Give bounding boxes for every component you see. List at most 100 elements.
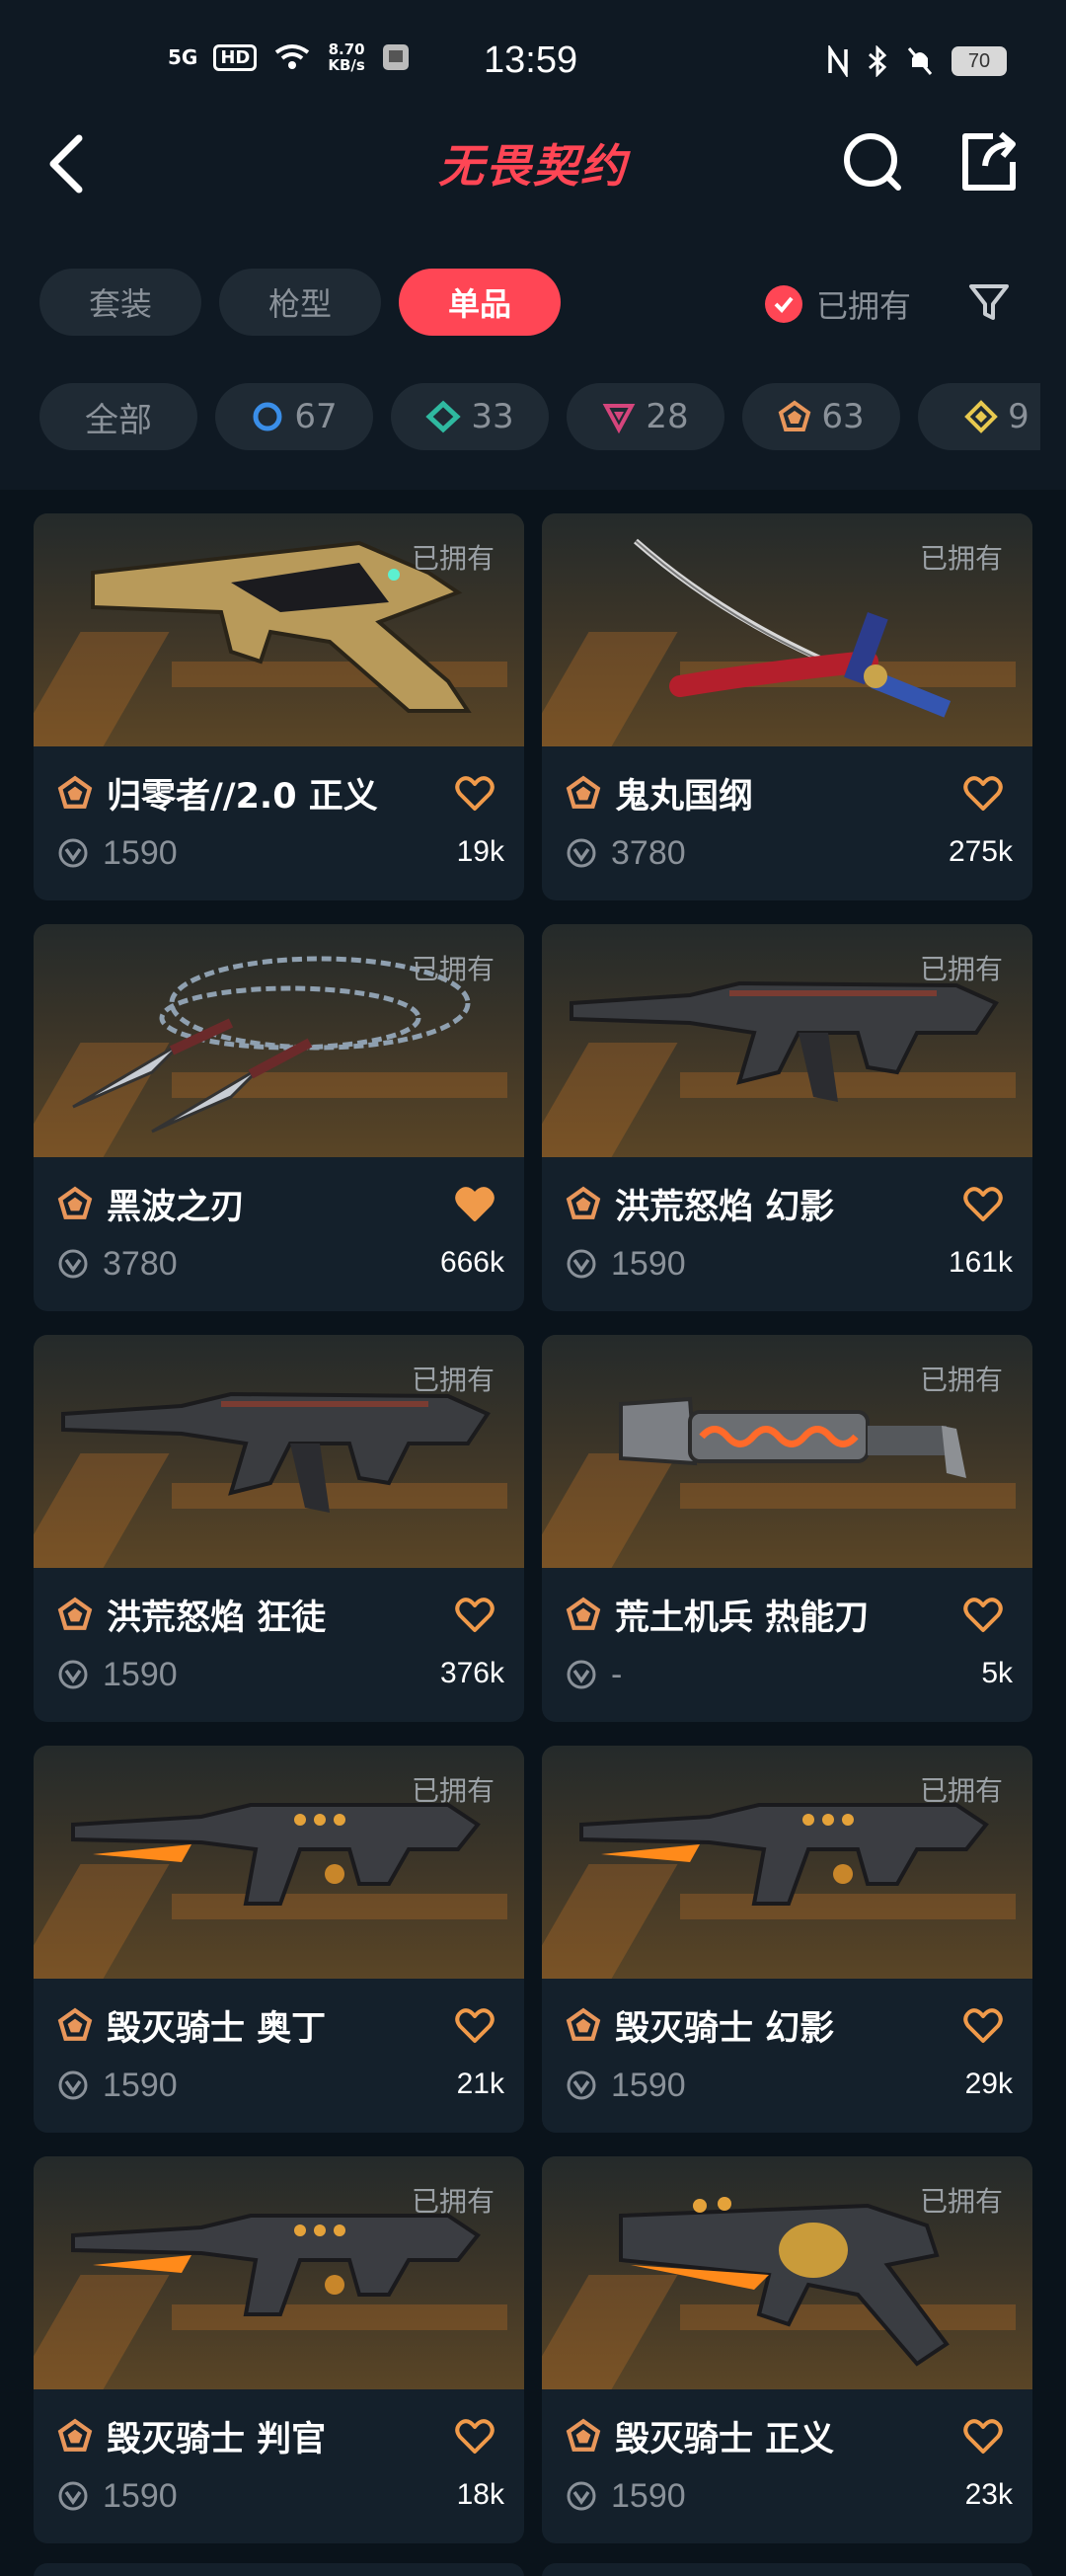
share-icon[interactable] — [957, 126, 1021, 195]
owned-label: 已拥有 — [919, 1364, 1003, 1396]
heart-icon[interactable] — [455, 1187, 495, 1222]
skin-image[interactable]: 已拥有 — [34, 513, 524, 746]
vp-currency-icon — [58, 1249, 88, 1279]
skin-card[interactable]: 已拥有 洪荒怒焰 狂徒 1590 376k — [34, 1335, 524, 1722]
skin-name: 洪荒怒焰 狂徒 — [107, 1598, 327, 1638]
tab-single-items[interactable]: 单品 — [399, 269, 561, 336]
chip-tier-exclusive[interactable]: 63 — [742, 383, 900, 450]
skin-image[interactable]: 已拥有 — [34, 1746, 524, 1979]
status-right: 70 — [827, 45, 1007, 77]
heart-icon[interactable] — [455, 2008, 495, 2044]
owned-label: 已拥有 — [411, 1364, 495, 1396]
name-row: 毁灭骑士 奥丁 — [57, 2000, 500, 2050]
owned-label: 已拥有 — [411, 2185, 495, 2218]
skin-price: 1590 — [611, 2476, 686, 2515]
skin-info: 黑波之刃 3780 666k — [34, 1157, 524, 1286]
owned-filter-label: 已拥有 — [816, 287, 912, 325]
tier-deluxe-icon — [425, 400, 462, 433]
status-left: 5G HD 8.70 KB/s — [168, 41, 411, 73]
tab-weapon-type[interactable]: 枪型 — [219, 269, 381, 336]
chip-all-label: 全部 — [85, 400, 152, 440]
skin-image[interactable]: 已拥有 — [34, 2156, 524, 2389]
skin-card[interactable]: 已拥有 毁灭骑士 正义 1590 23k — [542, 2156, 1032, 2543]
skin-price: 1590 — [611, 2066, 686, 2104]
name-row: 洪荒怒焰 狂徒 — [57, 1590, 500, 1639]
tier-exclusive-icon — [57, 1186, 93, 1219]
skin-info: 鬼丸国纲 3780 275k — [542, 746, 1032, 875]
skin-name: 毁灭骑士 奥丁 — [107, 2008, 327, 2049]
skin-card[interactable]: 已拥有 毁灭骑士 奥丁 1590 21k — [34, 1746, 524, 2133]
tier-premium-icon — [603, 404, 636, 433]
price-row: 1590 — [57, 2064, 500, 2107]
page-title: 无畏契约 — [438, 139, 628, 193]
price-row: 1590 — [57, 831, 500, 875]
chip-tier-ultra[interactable]: 9 — [918, 383, 1040, 450]
chip-all[interactable]: 全部 — [39, 383, 197, 450]
skin-image[interactable]: 已拥有 — [542, 1335, 1032, 1568]
heart-icon[interactable] — [963, 776, 1003, 812]
chip-tier-select[interactable]: 67 — [215, 383, 373, 450]
skin-card[interactable]: 已拥有 毁灭骑士 幻影 1590 29k — [542, 1746, 1032, 2133]
skin-image[interactable]: 已拥有 — [34, 1335, 524, 1568]
tier-exclusive-icon — [57, 2007, 93, 2041]
search-icon[interactable] — [841, 126, 904, 195]
heart-icon[interactable] — [455, 2419, 495, 2455]
skin-name: 归零者//2.0 正义 — [107, 776, 378, 817]
owned-label: 已拥有 — [411, 953, 495, 985]
skin-price: 3780 — [611, 833, 686, 872]
skin-info: 毁灭骑士 奥丁 1590 21k — [34, 1979, 524, 2107]
skin-image[interactable]: 已拥有 — [34, 924, 524, 1157]
skin-card[interactable]: 已拥有 归零者//2.0 正义 1590 19k — [34, 513, 524, 900]
name-row: 毁灭骑士 正义 — [566, 2411, 1009, 2460]
skin-price: - — [611, 1655, 623, 1693]
checkmark-icon[interactable] — [765, 285, 802, 323]
skin-card[interactable]: 已拥有 荒土机兵 热能刀 - 5k — [542, 1335, 1032, 1722]
vp-currency-icon — [567, 1249, 596, 1279]
skin-image[interactable]: 已拥有 — [542, 1746, 1032, 1979]
skin-card[interactable]: 已拥有 洪荒怒焰 幻影 1590 161k — [542, 924, 1032, 1311]
skin-image[interactable]: 已拥有 — [542, 2156, 1032, 2389]
partial-card — [542, 2563, 1032, 2576]
tier-exclusive-icon — [57, 1597, 93, 1630]
owned-label: 已拥有 — [411, 542, 495, 575]
skin-image[interactable]: 已拥有 — [542, 513, 1032, 746]
skin-name: 毁灭骑士 判官 — [107, 2419, 327, 2459]
skin-card[interactable]: 已拥有 黑波之刃 3780 666k — [34, 924, 524, 1311]
skin-name: 毁灭骑士 正义 — [615, 2419, 835, 2459]
price-row: 1590 — [566, 2064, 1009, 2107]
like-count: 19k — [456, 835, 504, 868]
heart-icon[interactable] — [963, 1598, 1003, 1633]
skin-name: 黑波之刃 — [107, 1187, 246, 1227]
skin-info: 毁灭骑士 正义 1590 23k — [542, 2389, 1032, 2518]
skin-name: 洪荒怒焰 幻影 — [615, 1187, 835, 1227]
skin-card[interactable]: 已拥有 鬼丸国纲 3780 275k — [542, 513, 1032, 900]
skin-image[interactable]: 已拥有 — [542, 924, 1032, 1157]
heart-icon[interactable] — [963, 1187, 1003, 1222]
tier-exclusive-icon — [566, 2418, 601, 2452]
chip-tier-deluxe[interactable]: 33 — [391, 383, 549, 450]
owned-filter-toggle[interactable]: 已拥有 — [765, 281, 911, 327]
price-row: 1590 — [57, 2474, 500, 2518]
skin-card[interactable]: 已拥有 毁灭骑士 判官 1590 18k — [34, 2156, 524, 2543]
network-speed: 8.70 KB/s — [328, 41, 364, 73]
vp-currency-icon — [567, 2070, 596, 2100]
skin-info: 归零者//2.0 正义 1590 19k — [34, 746, 524, 875]
tier-select-icon — [253, 402, 282, 431]
owned-label: 已拥有 — [919, 542, 1003, 575]
skin-price: 3780 — [103, 1244, 178, 1283]
tier-exclusive-icon — [779, 400, 811, 431]
heart-icon[interactable] — [455, 776, 495, 812]
heart-icon[interactable] — [963, 2008, 1003, 2044]
chip-tier-premium[interactable]: 28 — [567, 383, 724, 450]
status-bar: 5G HD 8.70 KB/s 13:59 70 — [0, 0, 1066, 128]
speed-unit: KB/s — [328, 56, 365, 74]
vp-currency-icon — [58, 1660, 88, 1689]
skin-name: 荒土机兵 热能刀 — [615, 1598, 870, 1638]
like-count: 275k — [948, 835, 1013, 868]
skin-name: 毁灭骑士 幻影 — [615, 2008, 835, 2049]
skin-price: 1590 — [103, 833, 178, 872]
heart-icon[interactable] — [963, 2419, 1003, 2455]
tab-bundles[interactable]: 套装 — [39, 269, 201, 336]
filter-icon[interactable] — [967, 280, 1011, 324]
heart-icon[interactable] — [455, 1598, 495, 1633]
